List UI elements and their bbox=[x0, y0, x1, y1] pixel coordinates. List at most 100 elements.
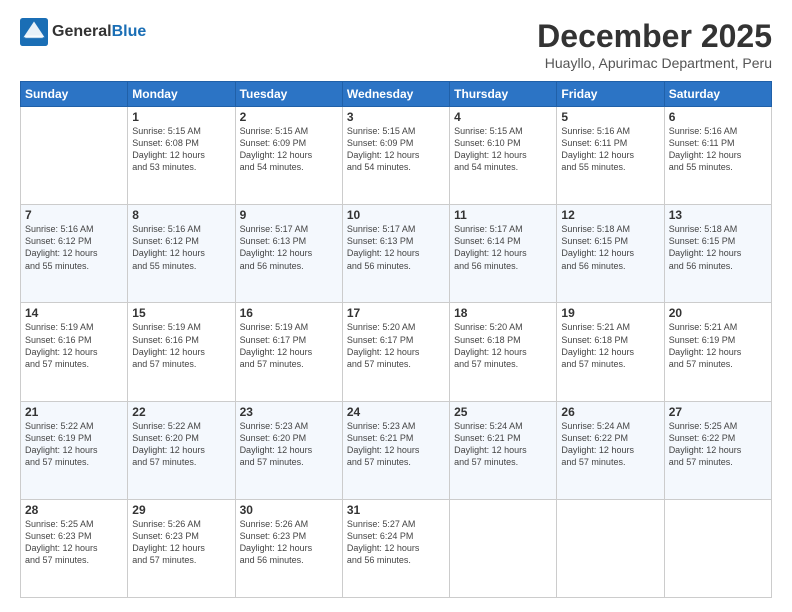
day-number: 10 bbox=[347, 208, 445, 222]
calendar-cell bbox=[450, 499, 557, 597]
calendar-week-row: 21Sunrise: 5:22 AM Sunset: 6:19 PM Dayli… bbox=[21, 401, 772, 499]
calendar-cell: 19Sunrise: 5:21 AM Sunset: 6:18 PM Dayli… bbox=[557, 303, 664, 401]
calendar-cell: 20Sunrise: 5:21 AM Sunset: 6:19 PM Dayli… bbox=[664, 303, 771, 401]
logo: GeneralBlue bbox=[20, 18, 146, 46]
day-info: Sunrise: 5:15 AM Sunset: 6:08 PM Dayligh… bbox=[132, 125, 230, 174]
day-info: Sunrise: 5:27 AM Sunset: 6:24 PM Dayligh… bbox=[347, 518, 445, 567]
calendar-table: SundayMondayTuesdayWednesdayThursdayFrid… bbox=[20, 81, 772, 598]
calendar-week-row: 14Sunrise: 5:19 AM Sunset: 6:16 PM Dayli… bbox=[21, 303, 772, 401]
weekday-header-cell: Friday bbox=[557, 82, 664, 107]
day-info: Sunrise: 5:25 AM Sunset: 6:23 PM Dayligh… bbox=[25, 518, 123, 567]
day-number: 7 bbox=[25, 208, 123, 222]
day-info: Sunrise: 5:24 AM Sunset: 6:21 PM Dayligh… bbox=[454, 420, 552, 469]
calendar-cell: 5Sunrise: 5:16 AM Sunset: 6:11 PM Daylig… bbox=[557, 107, 664, 205]
day-number: 13 bbox=[669, 208, 767, 222]
day-info: Sunrise: 5:16 AM Sunset: 6:11 PM Dayligh… bbox=[561, 125, 659, 174]
weekday-header-cell: Sunday bbox=[21, 82, 128, 107]
calendar-cell: 17Sunrise: 5:20 AM Sunset: 6:17 PM Dayli… bbox=[342, 303, 449, 401]
calendar-cell: 3Sunrise: 5:15 AM Sunset: 6:09 PM Daylig… bbox=[342, 107, 449, 205]
calendar-cell: 26Sunrise: 5:24 AM Sunset: 6:22 PM Dayli… bbox=[557, 401, 664, 499]
day-info: Sunrise: 5:21 AM Sunset: 6:19 PM Dayligh… bbox=[669, 321, 767, 370]
day-info: Sunrise: 5:15 AM Sunset: 6:09 PM Dayligh… bbox=[240, 125, 338, 174]
calendar-cell: 7Sunrise: 5:16 AM Sunset: 6:12 PM Daylig… bbox=[21, 205, 128, 303]
title-block: December 2025 Huayllo, Apurimac Departme… bbox=[537, 18, 772, 71]
day-number: 14 bbox=[25, 306, 123, 320]
day-number: 11 bbox=[454, 208, 552, 222]
subtitle: Huayllo, Apurimac Department, Peru bbox=[537, 55, 772, 71]
day-number: 2 bbox=[240, 110, 338, 124]
day-info: Sunrise: 5:25 AM Sunset: 6:22 PM Dayligh… bbox=[669, 420, 767, 469]
logo-icon bbox=[20, 18, 48, 46]
calendar-cell: 30Sunrise: 5:26 AM Sunset: 6:23 PM Dayli… bbox=[235, 499, 342, 597]
calendar-cell: 1Sunrise: 5:15 AM Sunset: 6:08 PM Daylig… bbox=[128, 107, 235, 205]
day-info: Sunrise: 5:23 AM Sunset: 6:20 PM Dayligh… bbox=[240, 420, 338, 469]
calendar-cell: 2Sunrise: 5:15 AM Sunset: 6:09 PM Daylig… bbox=[235, 107, 342, 205]
day-number: 31 bbox=[347, 503, 445, 517]
day-number: 30 bbox=[240, 503, 338, 517]
calendar-cell bbox=[557, 499, 664, 597]
day-number: 16 bbox=[240, 306, 338, 320]
calendar-cell: 13Sunrise: 5:18 AM Sunset: 6:15 PM Dayli… bbox=[664, 205, 771, 303]
calendar-body: 1Sunrise: 5:15 AM Sunset: 6:08 PM Daylig… bbox=[21, 107, 772, 598]
header: GeneralBlue December 2025 Huayllo, Apuri… bbox=[20, 18, 772, 71]
weekday-header-cell: Saturday bbox=[664, 82, 771, 107]
day-number: 24 bbox=[347, 405, 445, 419]
day-info: Sunrise: 5:21 AM Sunset: 6:18 PM Dayligh… bbox=[561, 321, 659, 370]
day-number: 23 bbox=[240, 405, 338, 419]
calendar-cell: 25Sunrise: 5:24 AM Sunset: 6:21 PM Dayli… bbox=[450, 401, 557, 499]
day-info: Sunrise: 5:24 AM Sunset: 6:22 PM Dayligh… bbox=[561, 420, 659, 469]
weekday-header-cell: Monday bbox=[128, 82, 235, 107]
day-number: 28 bbox=[25, 503, 123, 517]
calendar-cell: 16Sunrise: 5:19 AM Sunset: 6:17 PM Dayli… bbox=[235, 303, 342, 401]
calendar-cell: 8Sunrise: 5:16 AM Sunset: 6:12 PM Daylig… bbox=[128, 205, 235, 303]
day-info: Sunrise: 5:26 AM Sunset: 6:23 PM Dayligh… bbox=[132, 518, 230, 567]
day-number: 12 bbox=[561, 208, 659, 222]
day-number: 21 bbox=[25, 405, 123, 419]
day-info: Sunrise: 5:26 AM Sunset: 6:23 PM Dayligh… bbox=[240, 518, 338, 567]
day-info: Sunrise: 5:16 AM Sunset: 6:12 PM Dayligh… bbox=[25, 223, 123, 272]
day-number: 17 bbox=[347, 306, 445, 320]
calendar-cell: 4Sunrise: 5:15 AM Sunset: 6:10 PM Daylig… bbox=[450, 107, 557, 205]
weekday-header-cell: Thursday bbox=[450, 82, 557, 107]
day-info: Sunrise: 5:15 AM Sunset: 6:10 PM Dayligh… bbox=[454, 125, 552, 174]
calendar-cell: 11Sunrise: 5:17 AM Sunset: 6:14 PM Dayli… bbox=[450, 205, 557, 303]
day-info: Sunrise: 5:17 AM Sunset: 6:14 PM Dayligh… bbox=[454, 223, 552, 272]
day-number: 18 bbox=[454, 306, 552, 320]
day-number: 4 bbox=[454, 110, 552, 124]
day-number: 25 bbox=[454, 405, 552, 419]
day-info: Sunrise: 5:22 AM Sunset: 6:19 PM Dayligh… bbox=[25, 420, 123, 469]
day-info: Sunrise: 5:20 AM Sunset: 6:18 PM Dayligh… bbox=[454, 321, 552, 370]
day-number: 19 bbox=[561, 306, 659, 320]
day-info: Sunrise: 5:19 AM Sunset: 6:16 PM Dayligh… bbox=[132, 321, 230, 370]
day-number: 3 bbox=[347, 110, 445, 124]
day-info: Sunrise: 5:19 AM Sunset: 6:16 PM Dayligh… bbox=[25, 321, 123, 370]
weekday-header-cell: Wednesday bbox=[342, 82, 449, 107]
day-info: Sunrise: 5:23 AM Sunset: 6:21 PM Dayligh… bbox=[347, 420, 445, 469]
day-info: Sunrise: 5:20 AM Sunset: 6:17 PM Dayligh… bbox=[347, 321, 445, 370]
day-number: 26 bbox=[561, 405, 659, 419]
weekday-header-cell: Tuesday bbox=[235, 82, 342, 107]
day-number: 6 bbox=[669, 110, 767, 124]
calendar-cell: 27Sunrise: 5:25 AM Sunset: 6:22 PM Dayli… bbox=[664, 401, 771, 499]
calendar-cell: 14Sunrise: 5:19 AM Sunset: 6:16 PM Dayli… bbox=[21, 303, 128, 401]
calendar-week-row: 1Sunrise: 5:15 AM Sunset: 6:08 PM Daylig… bbox=[21, 107, 772, 205]
page: GeneralBlue December 2025 Huayllo, Apuri… bbox=[0, 0, 792, 612]
calendar-cell: 31Sunrise: 5:27 AM Sunset: 6:24 PM Dayli… bbox=[342, 499, 449, 597]
calendar-cell: 12Sunrise: 5:18 AM Sunset: 6:15 PM Dayli… bbox=[557, 205, 664, 303]
calendar-cell: 10Sunrise: 5:17 AM Sunset: 6:13 PM Dayli… bbox=[342, 205, 449, 303]
day-number: 27 bbox=[669, 405, 767, 419]
calendar-cell: 21Sunrise: 5:22 AM Sunset: 6:19 PM Dayli… bbox=[21, 401, 128, 499]
day-info: Sunrise: 5:15 AM Sunset: 6:09 PM Dayligh… bbox=[347, 125, 445, 174]
calendar-cell: 28Sunrise: 5:25 AM Sunset: 6:23 PM Dayli… bbox=[21, 499, 128, 597]
day-number: 9 bbox=[240, 208, 338, 222]
calendar-cell: 24Sunrise: 5:23 AM Sunset: 6:21 PM Dayli… bbox=[342, 401, 449, 499]
calendar-cell: 29Sunrise: 5:26 AM Sunset: 6:23 PM Dayli… bbox=[128, 499, 235, 597]
day-info: Sunrise: 5:16 AM Sunset: 6:11 PM Dayligh… bbox=[669, 125, 767, 174]
calendar-cell: 22Sunrise: 5:22 AM Sunset: 6:20 PM Dayli… bbox=[128, 401, 235, 499]
calendar-week-row: 28Sunrise: 5:25 AM Sunset: 6:23 PM Dayli… bbox=[21, 499, 772, 597]
calendar-cell: 18Sunrise: 5:20 AM Sunset: 6:18 PM Dayli… bbox=[450, 303, 557, 401]
calendar-cell bbox=[21, 107, 128, 205]
logo-text: GeneralBlue bbox=[52, 23, 146, 41]
day-number: 22 bbox=[132, 405, 230, 419]
calendar-cell: 6Sunrise: 5:16 AM Sunset: 6:11 PM Daylig… bbox=[664, 107, 771, 205]
